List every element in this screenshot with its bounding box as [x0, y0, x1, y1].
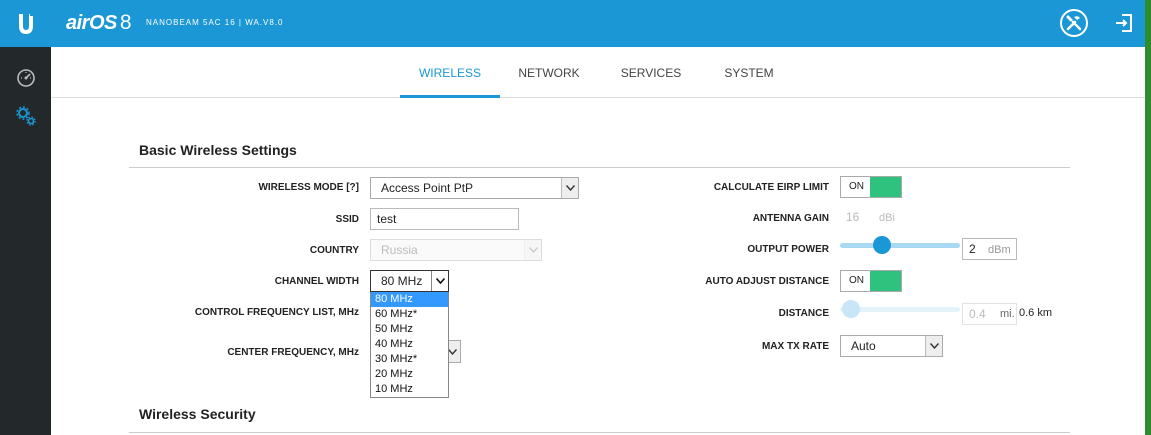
output-power-value: 2: [969, 242, 976, 256]
device-info: NANOBEAM 5AC 16 | WA.V8.0: [146, 18, 284, 27]
wireless-mode-select[interactable]: Access Point PtP: [370, 177, 579, 199]
dropdown-option[interactable]: 20 MHz: [371, 367, 448, 382]
output-power-unit: dBm: [988, 244, 1011, 256]
channel-width-dropdown: 80 MHz 60 MHz* 50 MHz 40 MHz 30 MHz* 20 …: [370, 292, 449, 398]
chevron-down-icon: [561, 178, 578, 198]
distance-unit: mi.: [1000, 308, 1015, 320]
chevron-down-icon: [524, 240, 541, 260]
divider: [129, 432, 1070, 433]
toggle-knob: [870, 271, 901, 291]
distance-value: 0.4: [969, 307, 986, 321]
distance-slider-thumb: [842, 300, 860, 318]
eirp-toggle[interactable]: ON: [840, 176, 902, 198]
wireless-mode-value: Access Point PtP: [381, 181, 474, 195]
max-tx-rate-label: MAX TX RATE: [761, 341, 829, 352]
tab-wireless[interactable]: WIRELESS: [400, 47, 500, 98]
max-tx-rate-select[interactable]: Auto: [840, 335, 943, 357]
section-title-security: Wireless Security: [139, 406, 256, 422]
ubiquiti-u-icon[interactable]: [0, 0, 51, 47]
country-value: Russia: [381, 243, 418, 257]
logout-icon[interactable]: [1112, 11, 1136, 35]
tab-system[interactable]: SYSTEM: [707, 47, 791, 98]
ssid-input[interactable]: test: [370, 208, 519, 230]
output-power-label: OUTPUT POWER: [747, 244, 829, 255]
auto-distance-toggle-state: ON: [849, 275, 864, 286]
country-label: COUNTRY: [309, 245, 359, 256]
dropdown-option[interactable]: 10 MHz: [371, 382, 448, 397]
channel-width-value: 80 MHz: [381, 274, 423, 288]
eirp-toggle-state: ON: [849, 181, 864, 192]
settings-gears-icon[interactable]: [0, 98, 51, 134]
divider: [129, 167, 1070, 168]
distance-km: 0.6 km: [1019, 307, 1053, 319]
dropdown-option[interactable]: 60 MHz*: [371, 307, 448, 322]
main-tabs: WIRELESS NETWORK SERVICES SYSTEM: [51, 47, 1145, 98]
tab-network[interactable]: NETWORK: [507, 47, 591, 98]
antenna-gain-value: 16: [846, 210, 860, 224]
distance-label: DISTANCE: [778, 308, 829, 319]
wireless-mode-label: WIRELESS MODE [?]: [258, 182, 359, 193]
ssid-label: SSID: [335, 214, 359, 225]
chevron-down-icon: [431, 271, 448, 291]
sidebar: [0, 47, 51, 435]
center-frequency-label: CENTER FREQUENCY, MHz: [227, 347, 359, 358]
auto-distance-label: AUTO ADJUST DISTANCE: [705, 276, 829, 287]
dropdown-option[interactable]: 30 MHz*: [371, 352, 448, 367]
dropdown-option[interactable]: 50 MHz: [371, 322, 448, 337]
window-edge: [1145, 0, 1151, 435]
output-power-slider-thumb[interactable]: [873, 236, 891, 254]
eirp-label: CALCULATE EIRP LIMIT: [713, 182, 829, 193]
dashboard-icon[interactable]: [0, 60, 51, 96]
max-tx-rate-value: Auto: [851, 339, 876, 353]
brand-version: 8: [119, 11, 132, 34]
brand-name: airOS: [66, 12, 117, 34]
antenna-gain-unit: dBi: [879, 212, 895, 224]
section-title-basic: Basic Wireless Settings: [139, 142, 297, 158]
chevron-down-icon: [925, 336, 942, 356]
dropdown-option[interactable]: 80 MHz: [371, 292, 448, 307]
antenna-gain-label: ANTENNA GAIN: [752, 213, 829, 224]
channel-width-label: CHANNEL WIDTH: [274, 276, 359, 287]
auto-distance-toggle[interactable]: ON: [840, 270, 902, 292]
tools-icon[interactable]: [1060, 9, 1088, 37]
brand-logo: airOS 8: [66, 11, 132, 35]
output-power-slider[interactable]: [840, 243, 960, 248]
dropdown-option[interactable]: 40 MHz: [371, 337, 448, 352]
tab-services[interactable]: SERVICES: [609, 47, 693, 98]
country-select: Russia: [370, 239, 542, 261]
toggle-knob: [870, 177, 901, 197]
top-bar: airOS 8 NANOBEAM 5AC 16 | WA.V8.0: [0, 0, 1145, 47]
channel-width-select[interactable]: 80 MHz: [370, 270, 449, 292]
control-frequency-label: CONTROL FREQUENCY LIST, MHz: [194, 307, 359, 318]
